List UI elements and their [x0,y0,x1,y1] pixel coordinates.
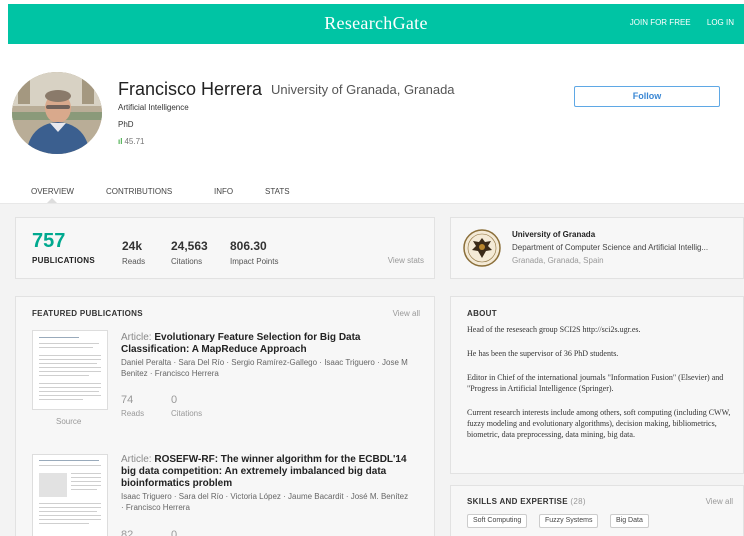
join-for-free-link[interactable]: JOIN FOR FREE [630,18,691,27]
featured-publications-title: FEATURED PUBLICATIONS [32,309,143,318]
publication-citations: 0 Citations [171,394,202,418]
score-bars-icon: ıl [118,137,123,146]
reads-stat: 24k Reads [122,239,145,266]
publication-reads: 82 [121,529,133,536]
citations-stat: 24,563 Citations [171,239,208,266]
skills-view-all-link[interactable]: View all [706,497,733,506]
follow-button[interactable]: Follow [574,86,720,107]
publication-reads-value: 74 [121,394,134,406]
publication-thumbnail[interactable] [32,454,108,536]
skills-card: SKILLS AND EXPERTISE (28) View all Soft … [450,485,744,536]
publication-title-text: ROSEFW-RF: The winner algorithm for the … [121,454,407,489]
impact-value: 806.30 [230,239,267,253]
publication-reads: 74 Reads [121,394,144,418]
profile-field[interactable]: Artificial Intelligence [118,103,189,112]
publications-count[interactable]: 757 [32,230,65,253]
publication-citations-label: Citations [171,409,203,418]
impact-label: Impact Points [230,257,279,266]
publication-thumbnail[interactable] [32,330,108,410]
institution-name[interactable]: University of Granada [512,230,595,239]
skills-count: (28) [570,497,586,506]
institution-card: University of Granada Department of Comp… [450,217,744,279]
university-seal-icon[interactable] [463,229,501,267]
skills-title-text: SKILLS AND EXPERTISE [467,497,568,506]
about-paragraph: Head of the reseseach group SCI2S http:/… [467,325,641,334]
profile-institution[interactable]: University of Granada, Granada [271,82,455,97]
tab-stats[interactable]: STATS [265,187,290,196]
citations-label: Citations [171,257,203,266]
avatar[interactable] [12,72,102,154]
publication-type: Article: [121,332,152,343]
featured-view-all-link[interactable]: View all [393,309,420,318]
about-title: ABOUT [467,309,497,318]
publication-title-text: Evolutionary Feature Selection for Big D… [121,332,361,355]
tab-contributions[interactable]: CONTRIBUTIONS [106,187,172,196]
reads-label: Reads [122,257,146,266]
skill-tag[interactable]: Fuzzy Systems [539,514,599,528]
stats-card: 757 PUBLICATIONS 24k Reads 24,563 Citati… [15,217,435,279]
tab-overview[interactable]: OVERVIEW [31,187,74,196]
publications-label: PUBLICATIONS [32,256,96,265]
citations-value: 24,563 [171,239,208,253]
reads-value: 24k [122,239,143,253]
skill-tag[interactable]: Soft Computing [467,514,528,528]
publication-citations-value: 0 [171,394,178,406]
about-paragraph: Editor in Chief of the international jou… [467,373,724,393]
publication-authors[interactable]: Daniel Peralta · Sara Del Río · Sergio R… [121,357,411,379]
about-paragraph: He has been the supervisor of 36 PhD stu… [467,349,619,358]
featured-publications-card: FEATURED PUBLICATIONS View all Source Ar… [15,296,435,536]
publication-citations-value: 0 [171,529,178,536]
publication-type: Article: [121,454,152,465]
publication-title[interactable]: Article: ROSEFW-RF: The winner algorithm… [121,454,411,490]
tab-info[interactable]: INFO [214,187,233,196]
publication-authors[interactable]: Isaac Triguero · Sara del Río · Victoria… [121,491,411,513]
skill-tag[interactable]: Big Data [610,514,649,528]
top-navigation-bar: ResearchGate JOIN FOR FREE LOG IN [8,4,744,44]
profile-name: Francisco Herrera [118,79,263,99]
about-card: ABOUT Head of the reseseach group SCI2S … [450,296,744,474]
department-name[interactable]: Department of Computer Science and Artif… [512,243,708,252]
source-label[interactable]: Source [56,417,81,426]
rg-score-value: 45.71 [124,137,145,146]
institution-location: Granada, Granada, Spain [512,256,604,265]
view-stats-link[interactable]: View stats [388,256,424,265]
publication-citations: 0 [171,529,177,536]
impact-stat: 806.30 Impact Points [230,239,278,266]
rg-score[interactable]: ıl 45.71 [118,137,144,146]
skills-title: SKILLS AND EXPERTISE (28) [467,497,586,506]
publication-reads-value: 82 [121,529,134,536]
publication-title[interactable]: Article: Evolutionary Feature Selection … [121,332,411,356]
log-in-link[interactable]: LOG IN [707,18,734,27]
top-nav-links: JOIN FOR FREE LOG IN [616,18,734,27]
publication-reads-label: Reads [121,409,145,418]
profile-degree: PhD [118,120,134,129]
about-paragraph: Current research interests include among… [467,408,731,439]
